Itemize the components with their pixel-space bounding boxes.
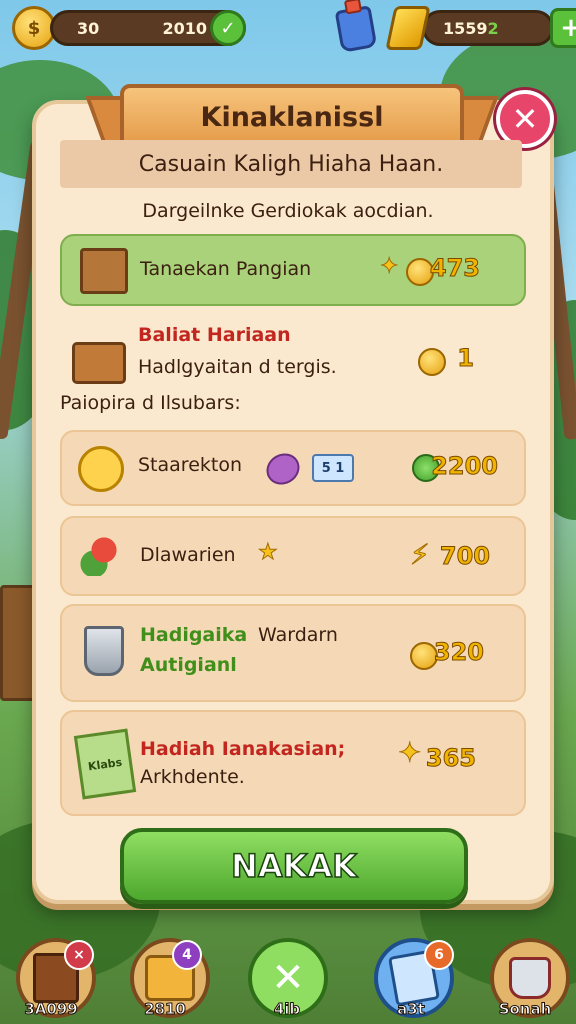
- close-icon: ✕: [511, 100, 539, 138]
- check-icon[interactable]: ✓: [210, 10, 246, 46]
- dialog-subtitle: Casuain Kaligh Hiaha Haan.: [60, 140, 522, 188]
- coin-icon: [418, 348, 446, 376]
- nav-badge: ×: [64, 940, 94, 970]
- reward-row[interactable]: Klabs Hadiah Ianakasian; Arkhdente. ✦ 36…: [60, 710, 526, 816]
- reward-amount: 473: [429, 254, 480, 283]
- confirm-button[interactable]: NAKAK: [120, 828, 468, 904]
- gem-count: 1559: [443, 18, 488, 38]
- reward-subtitle: Hadlgyaitan d tergis.: [138, 356, 337, 378]
- nav-label: a3t: [397, 1000, 426, 1019]
- nav-label: 3A099: [24, 1000, 78, 1019]
- gem-icon: [385, 6, 431, 50]
- dialog-subtitle-text: Casuain Kaligh Hiaha Haan.: [138, 151, 444, 177]
- note-icon-text: Klabs: [87, 755, 123, 773]
- box-icon: [80, 248, 128, 294]
- nav-badge: 4: [172, 940, 202, 970]
- smile-coin-icon: [78, 446, 124, 492]
- reward-title: Hadiah Ianakasian;: [140, 738, 346, 760]
- reward-title: Staarekton: [138, 454, 242, 476]
- section-label: Paiopira d Ilsubars:: [60, 392, 241, 414]
- reward-row[interactable]: Dlawarien ★ ⚡ 700: [60, 516, 526, 596]
- reward-title: Baliat Hariaan: [138, 324, 291, 346]
- ticket-text: 5 1: [321, 460, 345, 476]
- sword-icon: ✕: [271, 955, 305, 1001]
- reward-title-suffix: Wardarn: [258, 624, 338, 646]
- reward-amount: 320: [433, 638, 484, 667]
- star-icon: ★: [258, 540, 279, 566]
- reward-subtitle: Arkhdente.: [140, 766, 245, 788]
- coin-count-left: 30: [77, 18, 100, 38]
- reward-title: Hadigaika: [140, 624, 248, 646]
- reward-row-highlighted[interactable]: Tanaekan Pangian ✦ 473: [60, 234, 526, 306]
- pot-icon: [509, 957, 551, 999]
- reward-subtitle: Autigianl: [140, 654, 237, 676]
- nav-label: Sonah: [498, 1000, 552, 1019]
- reward-row[interactable]: Hadigaika Wardarn Autigianl 320: [60, 604, 526, 702]
- nav-label: 4ib: [273, 1000, 301, 1019]
- reward-title: Dlawarien: [140, 544, 236, 566]
- reward-amount: 1: [457, 344, 475, 373]
- lightning-icon: ⚡: [410, 538, 431, 572]
- reward-row[interactable]: Staarekton 5 1 2200: [60, 430, 526, 506]
- reward-row[interactable]: Baliat Hariaan Hadlgyaitan d tergis. 1: [60, 320, 522, 400]
- reward-title: Tanaekan Pangian: [140, 258, 312, 280]
- reward-amount: 365: [425, 744, 476, 773]
- reward-amount: 2200: [431, 452, 499, 481]
- coin-counter: $ 30 2010 ✓: [12, 6, 246, 50]
- sparkle-icon: ✦: [397, 736, 422, 770]
- gem-counter: 1559 2 +: [385, 6, 576, 50]
- potion-icon[interactable]: [334, 5, 378, 53]
- plum-icon: [260, 447, 306, 491]
- chest-icon: [72, 342, 126, 384]
- nav-badge: 6: [424, 940, 454, 970]
- nav-label: 2810: [144, 1000, 187, 1019]
- dialog-description: Dargeilnke Gerdiokak aocdian.: [142, 200, 434, 222]
- add-gems-button[interactable]: +: [550, 8, 576, 48]
- coin-count-right: 2010: [162, 18, 207, 38]
- reward-amount: 700: [439, 542, 490, 571]
- flower-icon: [80, 536, 120, 576]
- sparkle-icon: ✦: [379, 254, 399, 280]
- note-icon: Klabs: [73, 728, 137, 800]
- trophy-icon: [84, 626, 124, 676]
- ticket-icon: 5 1: [312, 454, 354, 482]
- gem-count-suffix: 2: [487, 18, 499, 38]
